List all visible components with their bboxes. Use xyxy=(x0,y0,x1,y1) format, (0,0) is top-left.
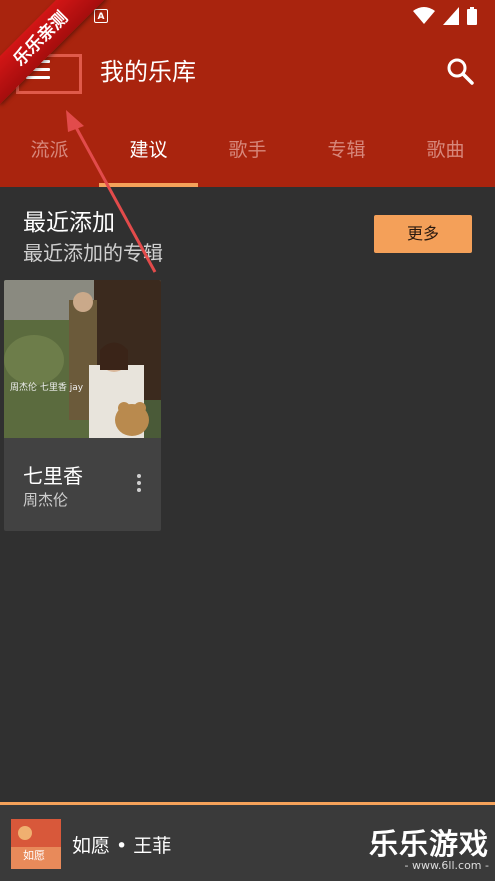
now-playing-art: 如愿 xyxy=(11,819,61,869)
album-title: 七里香 xyxy=(23,464,83,488)
wifi-icon xyxy=(413,7,435,24)
tab-genres[interactable]: 流派 xyxy=(0,114,99,187)
watermark: 乐乐游戏 - www.6ll.com - xyxy=(369,829,489,873)
album-cover: 周杰伦 七里香 jay xyxy=(4,280,161,438)
status-icons xyxy=(413,7,477,25)
more-vert-icon[interactable] xyxy=(134,474,144,496)
more-button[interactable]: 更多 xyxy=(374,215,472,253)
watermark-url: - www.6ll.com - xyxy=(404,859,489,872)
section-title: 最近添加 xyxy=(23,210,115,236)
watermark-title: 乐乐游戏 xyxy=(368,827,489,861)
tab-suggestions[interactable]: 建议 xyxy=(99,114,198,187)
cover-text: 周杰伦 七里香 jay xyxy=(10,381,84,393)
tab-bar: 流派 建议 歌手 专辑 歌曲 xyxy=(0,114,495,187)
now-playing-art-text: 如愿 xyxy=(23,848,45,862)
a-icon: A xyxy=(94,9,108,23)
now-playing-text: 如愿 • 王菲 xyxy=(72,835,172,857)
toolbar: 我的乐库 xyxy=(0,34,495,114)
battery-icon xyxy=(467,7,477,25)
now-playing-bar[interactable]: 如愿 如愿 • 王菲 乐乐游戏 - www.6ll.com - xyxy=(0,802,495,881)
tab-artists[interactable]: 歌手 xyxy=(198,114,297,187)
tab-albums[interactable]: 专辑 xyxy=(297,114,396,187)
cellular-signal-icon xyxy=(443,7,459,25)
section-subtitle: 最近添加的专辑 xyxy=(23,241,163,265)
tab-songs[interactable]: 歌曲 xyxy=(396,114,495,187)
album-artist: 周杰伦 xyxy=(23,491,69,509)
page-title: 我的乐库 xyxy=(100,58,196,86)
album-card[interactable]: 周杰伦 七里香 jay 七里香 周杰伦 xyxy=(4,280,161,531)
search-icon[interactable] xyxy=(445,56,475,86)
